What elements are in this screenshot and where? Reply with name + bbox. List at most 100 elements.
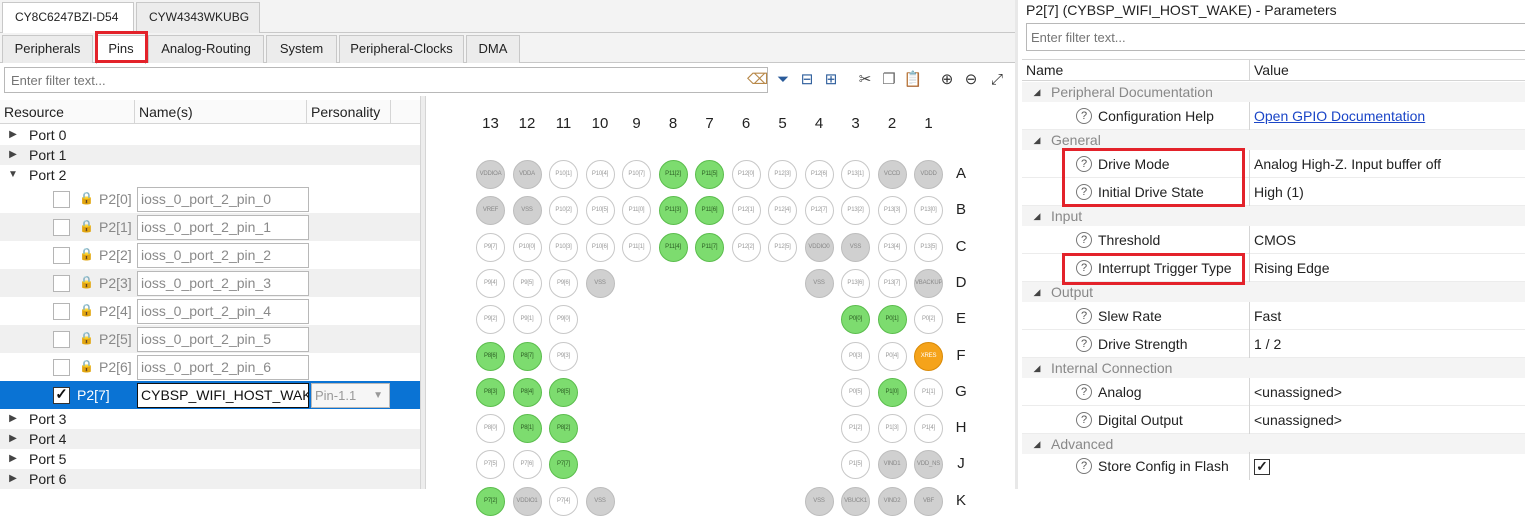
pin-ball[interactable]: P12[6]: [804, 160, 834, 189]
resource-filter-input[interactable]: [4, 67, 768, 93]
param-value[interactable]: <unassigned>: [1249, 378, 1525, 406]
pin-name-field[interactable]: ioss_0_port_2_pin_4: [137, 299, 309, 324]
expand-icon[interactable]: ▶: [8, 429, 18, 449]
col-names[interactable]: Name(s): [135, 100, 307, 124]
pin-ball[interactable]: P13[3]: [877, 196, 907, 226]
param-value[interactable]: ✓: [1249, 452, 1525, 480]
lock-icon[interactable]: 🔒: [79, 331, 94, 345]
port-row-4[interactable]: ▶ Port 4: [0, 429, 420, 449]
pin-ball[interactable]: P13[1]: [841, 160, 870, 189]
param-value[interactable]: Open GPIO Documentation: [1249, 102, 1525, 130]
pin-row-p2-4[interactable]: 🔒 P2[4] ioss_0_port_2_pin_4: [0, 297, 420, 325]
pin-ball[interactable]: P9[5]: [512, 268, 542, 298]
lock-icon[interactable]: 🔒: [79, 219, 94, 233]
expand-icon[interactable]: ▶: [8, 409, 18, 429]
gpio-doc-link[interactable]: Open GPIO Documentation: [1254, 108, 1425, 124]
help-icon[interactable]: ?: [1076, 232, 1092, 248]
pin-ball[interactable]: P1[3]: [877, 414, 907, 444]
col-resource[interactable]: Resource: [0, 100, 135, 124]
param-value[interactable]: <unassigned>: [1249, 406, 1525, 434]
pin-ball[interactable]: P11[0]: [622, 196, 651, 226]
personality-dropdown[interactable]: Pin-1.1 ▼: [311, 383, 390, 408]
pin-ball[interactable]: VDDIO1: [512, 486, 542, 516]
expand-icon[interactable]: ▶: [8, 469, 18, 489]
pin-ball[interactable]: VBACKUP: [914, 268, 943, 298]
pin-ball[interactable]: P10[5]: [585, 196, 615, 226]
pin-name-field[interactable]: ioss_0_port_2_pin_1: [137, 215, 309, 240]
pin-row-p2-1[interactable]: 🔒 P2[1] ioss_0_port_2_pin_1: [0, 213, 420, 241]
help-icon[interactable]: ?: [1076, 108, 1092, 124]
group-peripheral-doc[interactable]: ◢ Peripheral Documentation: [1022, 82, 1525, 102]
pin-enable-checkbox[interactable]: [53, 219, 70, 236]
pin-ball[interactable]: P9[6]: [549, 268, 578, 298]
pin-name-field[interactable]: ioss_0_port_2_pin_2: [137, 243, 309, 268]
pin-ball[interactable]: P11[7]: [695, 232, 724, 262]
pin-ball[interactable]: VREF: [476, 196, 505, 226]
pin-name-field[interactable]: ioss_0_port_2_pin_5: [137, 327, 309, 352]
pin-ball[interactable]: P10[2]: [549, 196, 578, 226]
col-personality[interactable]: Personality: [307, 100, 391, 124]
param-value[interactable]: CMOS: [1249, 226, 1525, 254]
tab-dma[interactable]: DMA: [466, 35, 520, 63]
param-value[interactable]: Rising Edge: [1249, 254, 1525, 282]
pin-ball[interactable]: P12[1]: [731, 196, 761, 226]
pin-ball[interactable]: P8[6]: [476, 341, 505, 371]
pin-ball[interactable]: P13[6]: [841, 268, 870, 298]
tab-peripherals[interactable]: Peripherals: [2, 35, 93, 63]
port-row-0[interactable]: ▶ Port 0: [0, 125, 420, 145]
pin-ball[interactable]: P11[4]: [658, 232, 688, 262]
help-icon[interactable]: ?: [1076, 384, 1092, 400]
pin-ball[interactable]: P8[5]: [549, 377, 578, 407]
collapse-icon[interactable]: ◢: [1032, 282, 1042, 302]
help-icon[interactable]: ?: [1076, 336, 1092, 352]
pin-ball[interactable]: P10[3]: [549, 232, 578, 262]
expand-all-icon[interactable]: ⊞: [821, 70, 841, 90]
pin-ball[interactable]: VDDIOA: [476, 160, 505, 189]
pin-row-p2-7[interactable]: ✓ P2[7] CYBSP_WIFI_HOST_WAKE Pin-1.1 ▼: [0, 381, 420, 409]
group-input[interactable]: ◢ Input: [1022, 206, 1525, 226]
pin-ball[interactable]: P8[3]: [476, 377, 505, 407]
help-icon[interactable]: ?: [1076, 184, 1092, 200]
pin-enable-checkbox[interactable]: [53, 275, 70, 292]
pin-ball[interactable]: P13[0]: [914, 196, 943, 226]
pin-ball[interactable]: P10[0]: [512, 232, 542, 262]
pin-row-p2-5[interactable]: 🔒 P2[5] ioss_0_port_2_pin_5: [0, 325, 420, 353]
pin-enable-checkbox[interactable]: [53, 359, 70, 376]
lock-icon[interactable]: 🔒: [79, 359, 94, 373]
pin-ball[interactable]: P13[2]: [841, 196, 870, 226]
pin-ball[interactable]: VSS: [585, 268, 615, 298]
copy-icon[interactable]: ❐: [879, 70, 899, 90]
pin-ball[interactable]: P7[7]: [549, 450, 578, 480]
pin-ball[interactable]: VDDA: [512, 160, 542, 189]
collapse-icon[interactable]: ◢: [1032, 434, 1042, 454]
expand-icon[interactable]: ▶: [8, 449, 18, 469]
pin-ball[interactable]: VSS: [804, 268, 834, 298]
pin-enable-checkbox[interactable]: [53, 247, 70, 264]
lock-icon[interactable]: 🔒: [79, 303, 94, 317]
port-row-5[interactable]: ▶ Port 5: [0, 449, 420, 469]
pin-ball[interactable]: VBF: [914, 486, 943, 516]
pin-ball[interactable]: P7[5]: [476, 450, 505, 480]
pin-ball[interactable]: P9[3]: [549, 341, 578, 371]
pin-ball[interactable]: P7[6]: [512, 450, 542, 480]
pin-ball[interactable]: P1[2]: [841, 414, 870, 444]
param-slew-rate[interactable]: ? Slew Rate Fast: [1022, 302, 1525, 330]
pin-ball[interactable]: P12[3]: [768, 160, 797, 189]
pin-ball[interactable]: P11[5]: [695, 160, 724, 189]
pin-row-p2-3[interactable]: 🔒 P2[3] ioss_0_port_2_pin_3: [0, 269, 420, 297]
pin-ball[interactable]: P1[5]: [841, 450, 870, 480]
help-icon[interactable]: ?: [1076, 458, 1092, 474]
pin-ball[interactable]: P0[4]: [877, 341, 907, 371]
pin-enable-checkbox-checked[interactable]: ✓: [53, 387, 70, 404]
collapse-icon[interactable]: ▼: [8, 165, 18, 185]
pin-name-field[interactable]: ioss_0_port_2_pin_3: [137, 271, 309, 296]
fit-screen-icon[interactable]: ⤢: [987, 70, 1007, 90]
pin-ball[interactable]: P0[2]: [914, 305, 943, 335]
param-analog[interactable]: ? Analog <unassigned>: [1022, 378, 1525, 406]
pin-name-field[interactable]: CYBSP_WIFI_HOST_WAKE: [137, 383, 309, 408]
pin-ball[interactable]: P0[0]: [841, 305, 870, 335]
pin-ball[interactable]: P8[7]: [512, 341, 542, 371]
lock-icon[interactable]: 🔒: [79, 191, 94, 205]
pin-ball[interactable]: P9[4]: [476, 268, 505, 298]
pin-enable-checkbox[interactable]: [53, 303, 70, 320]
